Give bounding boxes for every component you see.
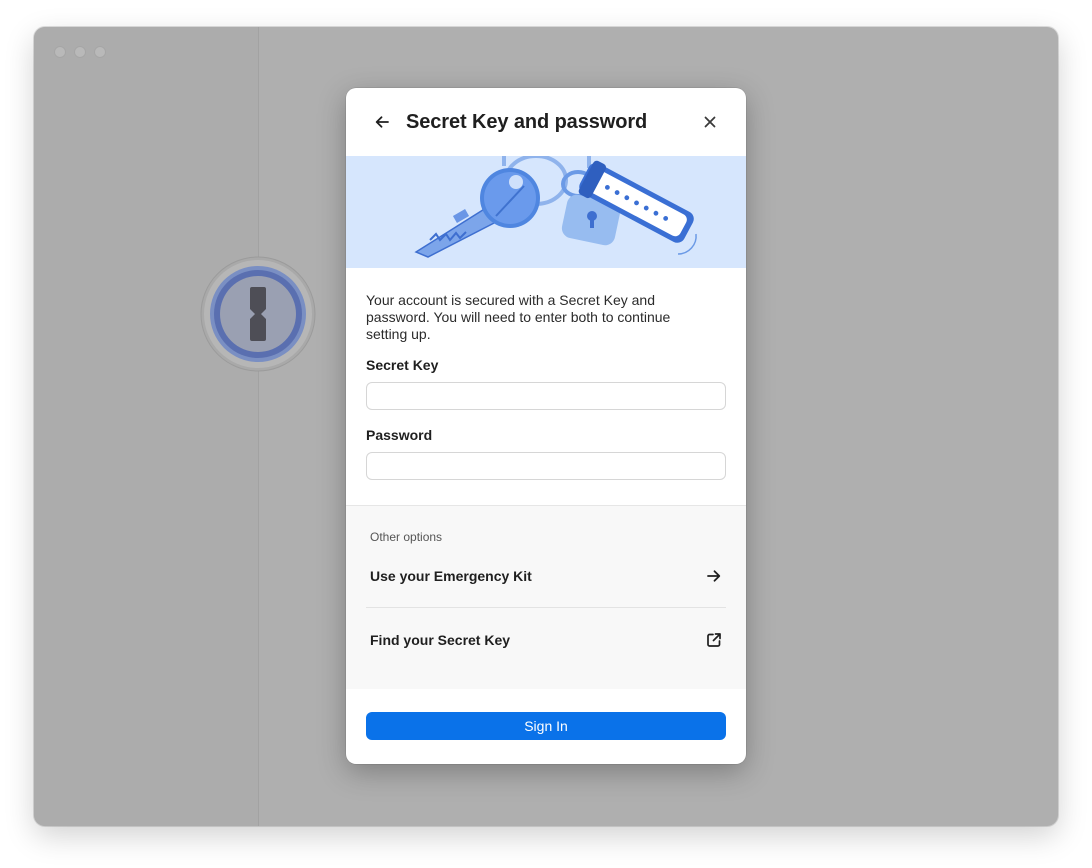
dialog-body: Your account is secured with a Secret Ke… — [346, 268, 746, 480]
use-emergency-kit-option[interactable]: Use your Emergency Kit — [366, 546, 726, 606]
external-link-icon — [704, 630, 724, 650]
sign-in-button[interactable]: Sign In — [366, 712, 726, 740]
arrow-right-icon — [704, 566, 724, 586]
arrow-left-icon — [375, 116, 389, 128]
sign-in-dialog: Secret Key and password Your account is … — [346, 88, 746, 764]
back-button[interactable] — [370, 110, 394, 134]
other-options-heading: Other options — [370, 530, 443, 544]
dialog-header: Secret Key and password — [346, 88, 746, 156]
close-icon — [704, 116, 716, 128]
emergency-kit-label: Use your Emergency Kit — [370, 568, 532, 584]
find-secret-key-label: Find your Secret Key — [370, 632, 511, 648]
window-close-button[interactable] — [54, 46, 66, 58]
window-minimize-button[interactable] — [74, 46, 86, 58]
window-zoom-button[interactable] — [94, 46, 106, 58]
keys-and-lock-illustration — [414, 156, 697, 258]
keys-illustration-banner — [346, 156, 746, 268]
dialog-description: Your account is secured with a Secret Ke… — [366, 292, 671, 342]
secret-key-label: Secret Key — [366, 357, 439, 373]
secret-key-input[interactable] — [366, 382, 726, 410]
dialog-title: Secret Key and password — [406, 111, 648, 133]
password-label: Password — [366, 427, 433, 443]
sidebar — [34, 27, 259, 826]
close-button[interactable] — [698, 110, 722, 134]
window-controls — [54, 46, 106, 58]
other-options-section: Other options Use your Emergency Kit Fin… — [346, 505, 746, 689]
onepassword-logo-icon — [200, 256, 316, 372]
password-input[interactable] — [366, 452, 726, 480]
find-secret-key-option[interactable]: Find your Secret Key — [366, 610, 726, 670]
options-divider — [366, 607, 726, 608]
